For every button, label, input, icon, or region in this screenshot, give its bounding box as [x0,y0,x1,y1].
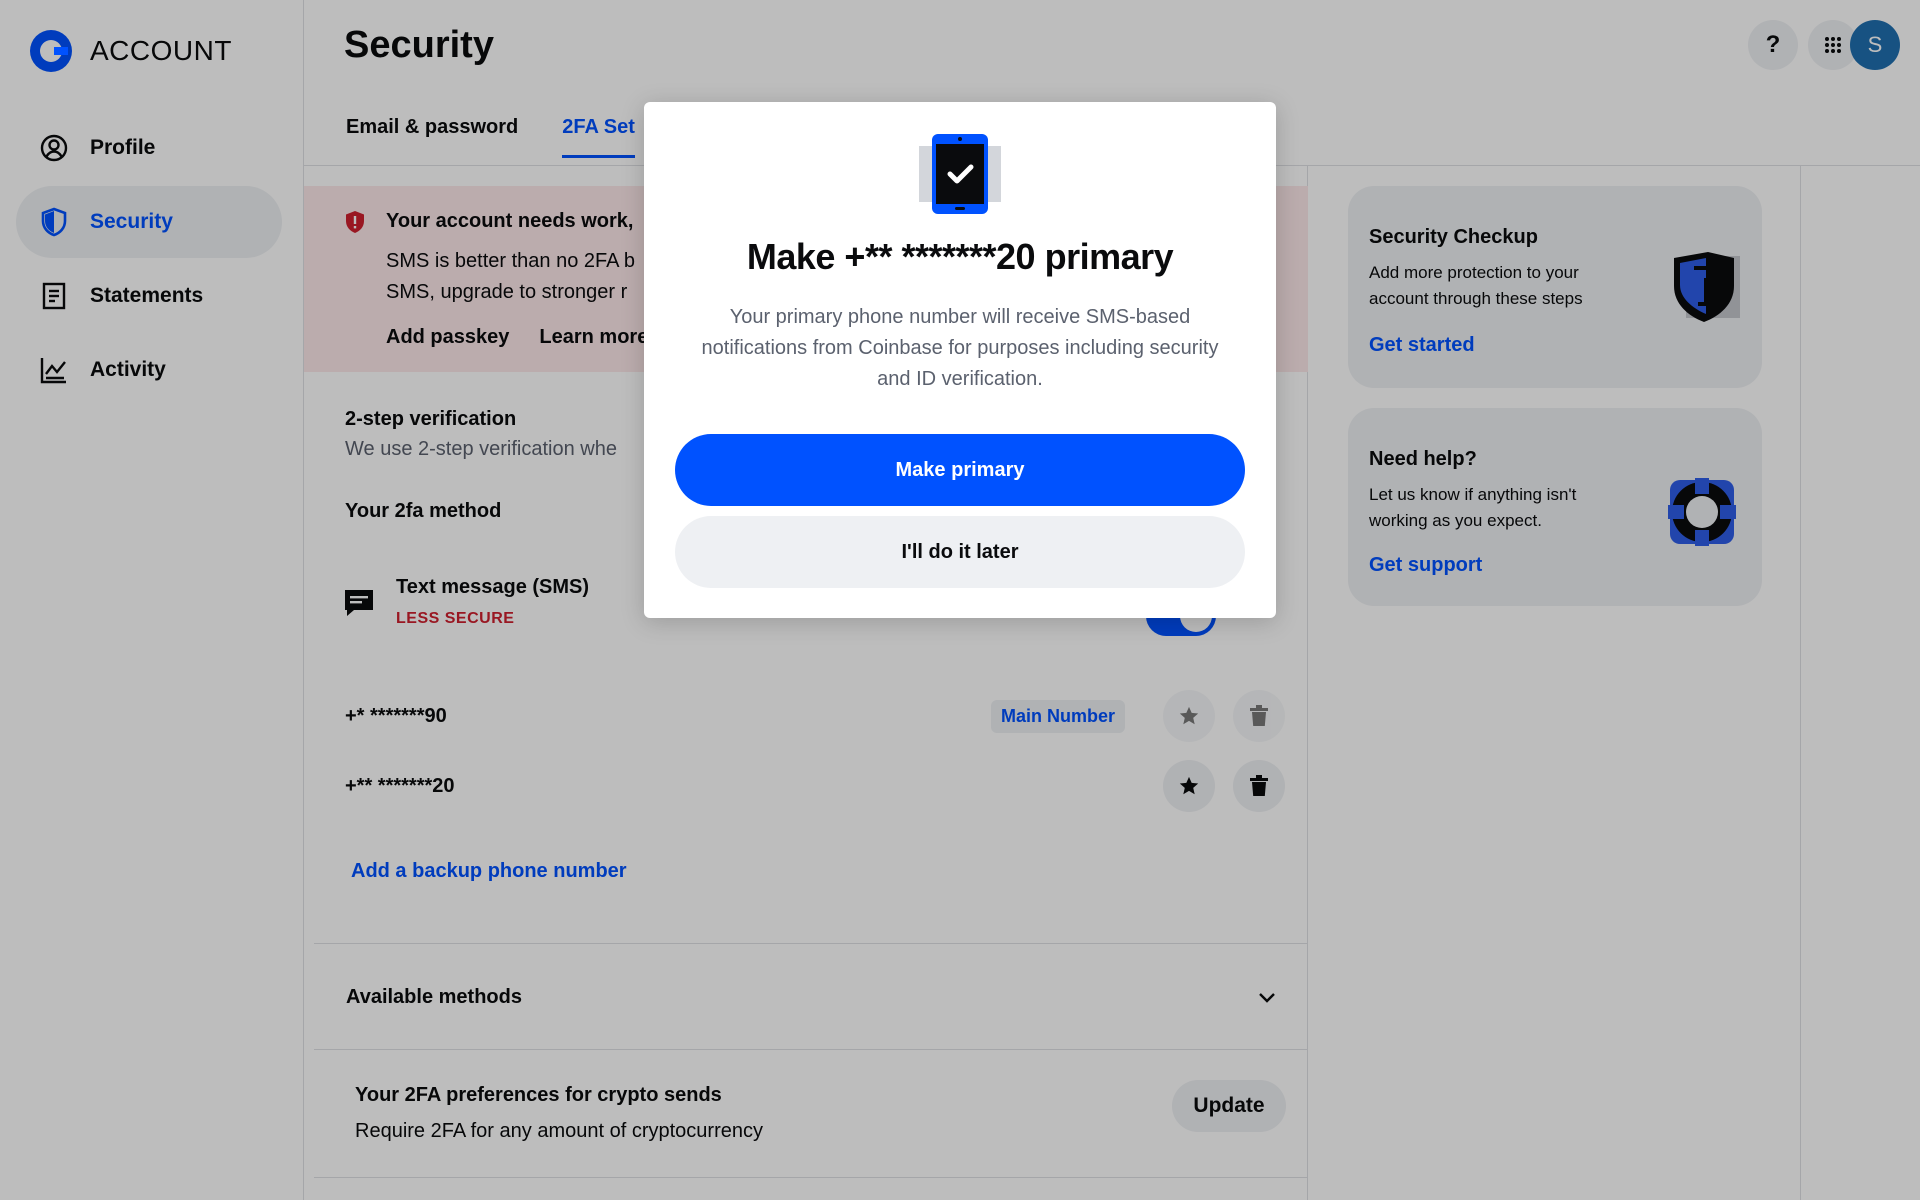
make-primary-modal: Make +** *******20 primary Your primary … [644,102,1276,618]
modal-title: Make +** *******20 primary [746,236,1174,277]
make-primary-button[interactable]: Make primary [675,434,1245,506]
do-it-later-button[interactable]: I'll do it later [675,516,1245,588]
modal-body: Your primary phone number will receive S… [701,306,1219,390]
phone-check-icon [919,132,1001,221]
